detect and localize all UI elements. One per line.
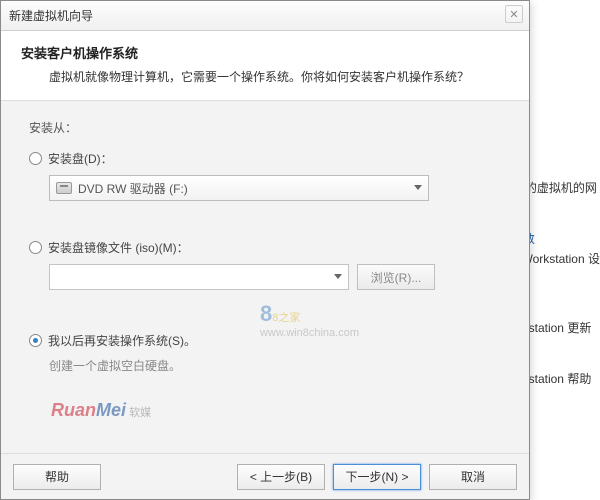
- radio-later[interactable]: [29, 334, 42, 347]
- wizard-dialog: 新建虚拟机向导 ✕ 安装客户机操作系统 虚拟机就像物理计算机，它需要一个操作系统…: [0, 0, 530, 500]
- header-subtitle: 虚拟机就像物理计算机，它需要一个操作系统。你将如何安装客户机操作系统？: [21, 68, 509, 86]
- header: 安装客户机操作系统 虚拟机就像物理计算机，它需要一个操作系统。你将如何安装客户机…: [1, 31, 529, 101]
- header-title: 安装客户机操作系统: [21, 43, 509, 62]
- radio-disc[interactable]: [29, 152, 42, 165]
- watermark-ruanmei: RuanMei 软媒: [51, 400, 151, 421]
- chevron-down-icon: [334, 274, 342, 279]
- radio-iso-label: 安装盘镜像文件 (iso)(M)：: [48, 239, 189, 256]
- back-button[interactable]: < 上一步(B): [237, 464, 325, 490]
- option-disc: 安装盘(D)： DVD RW 驱动器 (F:): [29, 150, 501, 201]
- browse-button[interactable]: 浏览(R)...: [357, 264, 435, 290]
- radio-disc-label: 安装盘(D)：: [48, 150, 113, 167]
- install-from-label: 安装从：: [29, 119, 501, 136]
- disc-drive-value: DVD RW 驱动器 (F:): [78, 180, 188, 197]
- disc-drive-dropdown[interactable]: DVD RW 驱动器 (F:): [49, 175, 429, 201]
- titlebar: 新建虚拟机向导 ✕: [1, 1, 529, 31]
- iso-path-input[interactable]: [49, 264, 349, 290]
- radio-iso[interactable]: [29, 241, 42, 254]
- chevron-down-icon: [414, 185, 422, 190]
- close-icon[interactable]: ✕: [505, 5, 523, 23]
- drive-icon: [56, 182, 72, 194]
- option-iso: 安装盘镜像文件 (iso)(M)： 浏览(R)...: [29, 239, 501, 290]
- later-hint: 创建一个虚拟空白硬盘。: [49, 357, 501, 374]
- radio-later-label: 我以后再安装操作系统(S)。: [48, 332, 196, 349]
- body: 安装从： 安装盘(D)： DVD RW 驱动器 (F:) 安装盘镜像文件 (is…: [1, 101, 529, 453]
- cancel-button[interactable]: 取消: [429, 464, 517, 490]
- window-title: 新建虚拟机向导: [9, 7, 93, 24]
- watermark-win8: 88之家 www.win8china.com: [260, 301, 359, 339]
- help-button[interactable]: 帮助: [13, 464, 101, 490]
- next-button[interactable]: 下一步(N) >: [333, 464, 421, 490]
- footer: 帮助 < 上一步(B) 下一步(N) > 取消: [1, 453, 529, 499]
